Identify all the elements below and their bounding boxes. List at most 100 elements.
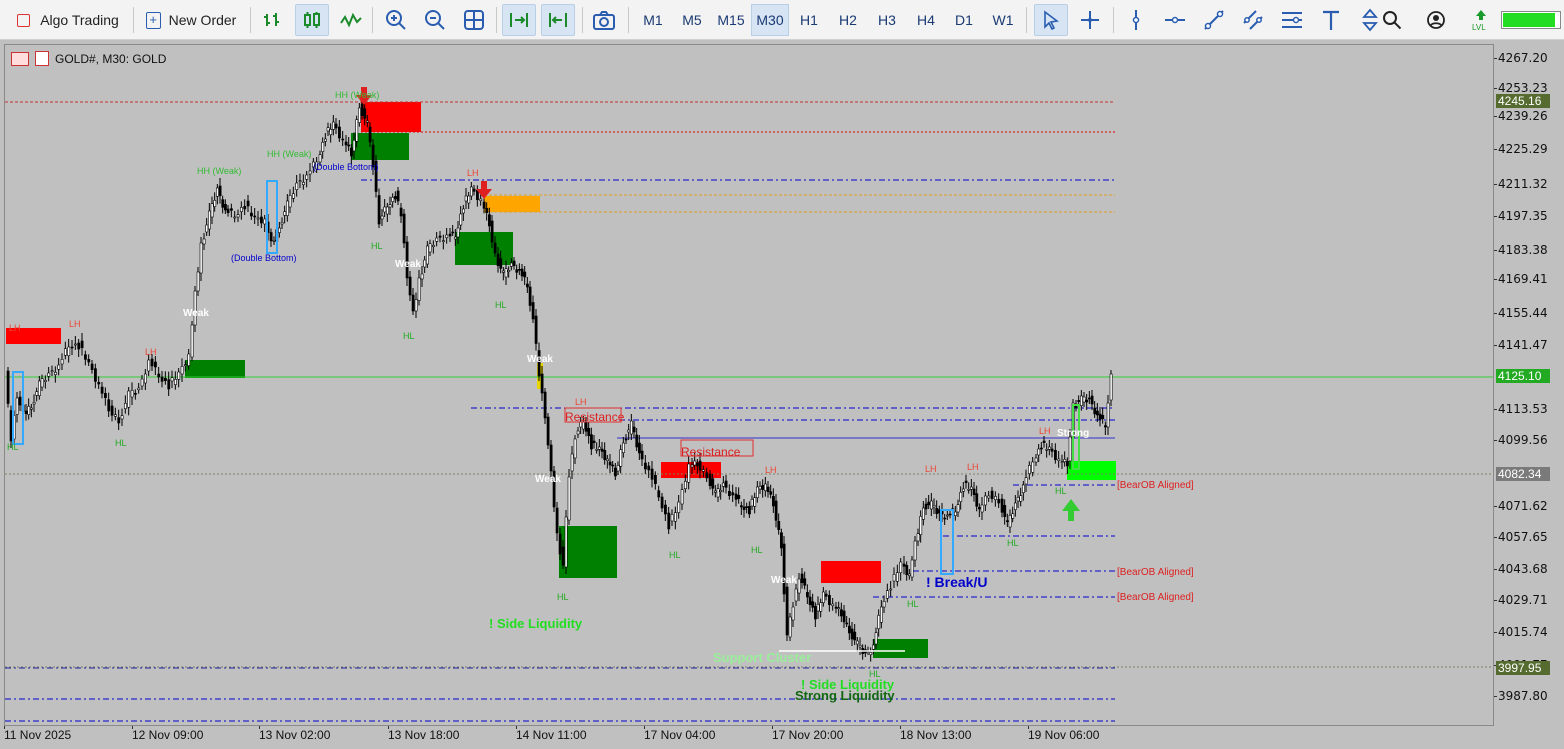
- bear-candle: [363, 108, 367, 119]
- time-axis[interactable]: 11 Nov 2025 12 Nov 09:00 13 Nov 02:00 13 No…: [4, 726, 1494, 749]
- bear-candle: [660, 496, 664, 509]
- bull-candle: [432, 245, 435, 247]
- connection-status-indicator: [1500, 4, 1562, 36]
- timeframe-h3[interactable]: H3: [869, 4, 905, 36]
- bull-candle: [459, 213, 463, 226]
- trend-line-button[interactable]: [1198, 4, 1230, 36]
- bull-candle: [428, 243, 432, 253]
- trend-line-icon: [1204, 10, 1224, 30]
- bear-candle: [218, 185, 222, 196]
- timeframe-m5[interactable]: M5: [674, 4, 710, 36]
- zoom-out-button[interactable]: [419, 4, 451, 36]
- line-chart-button[interactable]: [335, 4, 367, 36]
- bull-candle: [54, 372, 57, 375]
- bear-candle: [97, 382, 101, 385]
- one-click-trading-icon[interactable]: [11, 51, 29, 66]
- bear-candle: [472, 188, 476, 192]
- bear-candle: [1085, 399, 1089, 403]
- account-button[interactable]: [1420, 4, 1452, 36]
- bull-candle: [454, 236, 457, 240]
- bull-candle: [15, 397, 19, 415]
- bull-candle: [190, 324, 194, 358]
- bull-candle: [502, 270, 505, 273]
- bull-candle: [1008, 515, 1012, 528]
- hl-label: HL: [115, 438, 127, 448]
- crosshair-button[interactable]: [1074, 4, 1106, 36]
- chart-canvas[interactable]: [5, 45, 1493, 725]
- chart-properties-icon[interactable]: [35, 51, 49, 66]
- bear-candle: [638, 442, 641, 454]
- bull-candle: [435, 237, 439, 242]
- bull-candle: [420, 273, 424, 280]
- bull-candle: [380, 215, 384, 220]
- timeframe-h2[interactable]: H2: [830, 4, 866, 36]
- grid-button[interactable]: [458, 4, 490, 36]
- bear-candle: [997, 499, 1001, 504]
- screenshot-button[interactable]: [588, 4, 620, 36]
- time-tick: 18 Nov 13:00: [900, 728, 972, 742]
- bar-chart-button[interactable]: [256, 4, 288, 36]
- signal-level-button[interactable]: LVL: [1466, 4, 1496, 36]
- buy-arrow-icon: [1062, 499, 1080, 521]
- bull-candle: [147, 359, 151, 372]
- chart-shift-button[interactable]: [541, 4, 575, 36]
- bull-candle: [916, 533, 920, 542]
- bear-candle: [948, 513, 952, 516]
- timeframe-h1[interactable]: H1: [791, 4, 827, 36]
- bull-candle: [831, 603, 835, 606]
- bear-candle: [368, 126, 372, 143]
- bear-candle: [1077, 400, 1081, 402]
- bear-candle: [6, 370, 10, 404]
- fibonacci-icon: [1282, 12, 1302, 28]
- bear-candle: [526, 283, 529, 288]
- price-tick: 4099.56: [1494, 433, 1548, 447]
- horizontal-line-button[interactable]: [1159, 4, 1191, 36]
- timeframe-m1[interactable]: M1: [635, 4, 671, 36]
- timeframe-h4[interactable]: H4: [908, 4, 944, 36]
- bull-candle: [892, 574, 896, 582]
- symbol-header: GOLD#, M30: GOLD: [11, 51, 166, 66]
- bear-candle: [496, 253, 500, 266]
- bull-candle: [352, 140, 356, 152]
- price-axis[interactable]: 4267.20 4253.23 4239.26 4225.29 4211.32 4197.…: [1494, 44, 1564, 726]
- bear-candle: [657, 490, 661, 498]
- vertical-line-button[interactable]: [1120, 4, 1152, 36]
- bear-candle: [611, 464, 615, 467]
- search-icon: [1383, 11, 1402, 30]
- timeframe-m15[interactable]: M15: [712, 4, 750, 36]
- bull-candle: [627, 429, 631, 433]
- bear-candle: [614, 467, 617, 477]
- zoom-in-button[interactable]: [380, 4, 412, 36]
- bear-candle: [975, 493, 979, 507]
- bear-candle: [18, 396, 22, 406]
- bear-candle: [1054, 450, 1057, 460]
- bull-candle: [305, 174, 309, 180]
- bear-candle: [640, 450, 644, 460]
- candlestick-chart-button[interactable]: [295, 4, 329, 36]
- search-button[interactable]: [1376, 4, 1408, 36]
- timeframe-m30[interactable]: M30: [751, 4, 789, 36]
- chart-window[interactable]: GOLD#, M30: GOLD HH (Weak) HH (Weak) HH (W…: [0, 40, 1564, 749]
- bull-candle: [144, 373, 147, 384]
- autoscroll-icon: [510, 13, 528, 27]
- bear-candle: [782, 543, 786, 595]
- cursor-tool-button[interactable]: [1034, 4, 1068, 36]
- new-order-button[interactable]: + New Order: [138, 4, 244, 36]
- annotation-weak-2: Weak: [395, 259, 421, 270]
- text-tool-button[interactable]: [1315, 4, 1347, 36]
- bull-candle: [308, 170, 312, 175]
- bull-candle: [619, 449, 623, 467]
- timeframe-w1[interactable]: W1: [985, 4, 1021, 36]
- autoscroll-button[interactable]: [502, 4, 536, 36]
- channel-button[interactable]: [1237, 4, 1269, 36]
- bear-candle: [1093, 407, 1097, 415]
- fibonacci-button[interactable]: [1276, 4, 1308, 36]
- bear-candle: [603, 450, 607, 460]
- algo-trading-button[interactable]: Algo Trading: [6, 4, 130, 36]
- time-tick: 11 Nov 2025: [4, 728, 72, 742]
- bull-candle: [50, 370, 54, 372]
- timeframe-d1[interactable]: D1: [946, 4, 982, 36]
- chart-plot-area[interactable]: GOLD#, M30: GOLD HH (Weak) HH (Weak) HH (W…: [4, 44, 1494, 726]
- new-order-label: New Order: [168, 12, 237, 28]
- bull-candle: [896, 572, 899, 582]
